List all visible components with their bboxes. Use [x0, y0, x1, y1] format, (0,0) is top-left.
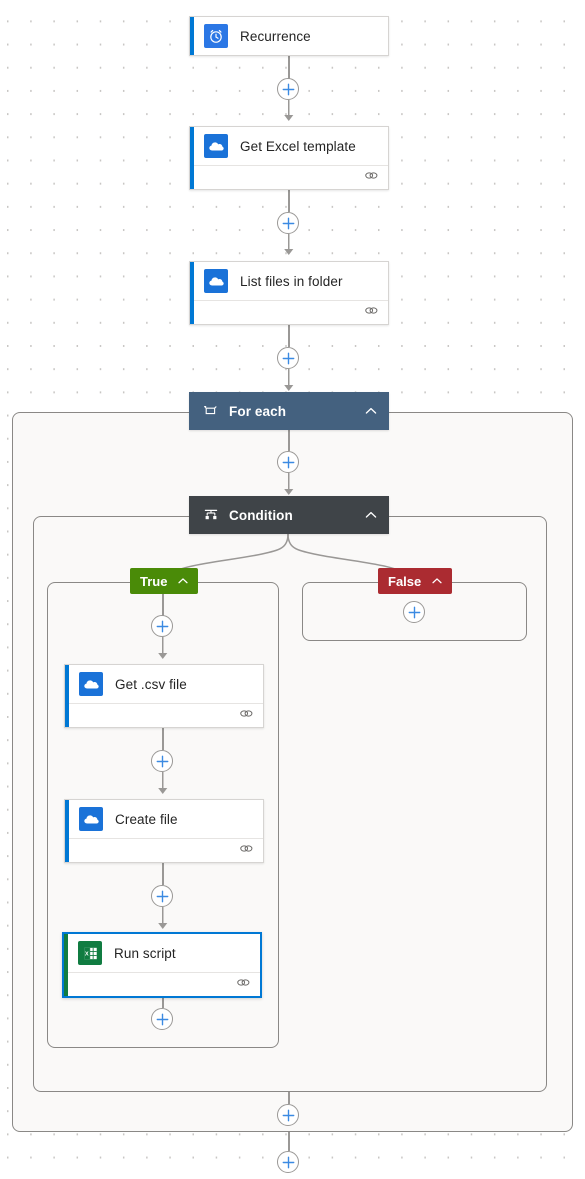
node-accent-bar [190, 127, 194, 189]
connector-arrow [158, 907, 168, 929]
node-header: X Run script [64, 934, 260, 972]
node-title: Create file [115, 811, 178, 827]
connector-line [162, 728, 164, 750]
node-title: Get Excel template [240, 138, 356, 154]
excel-icon: X [78, 941, 102, 965]
connector-line [288, 1132, 290, 1151]
connector-arrow [284, 234, 294, 255]
chevron-up-icon[interactable] [430, 574, 444, 588]
plus-icon [282, 1109, 294, 1121]
node-run-script[interactable]: X Run script [62, 932, 262, 998]
node-accent-bar [65, 665, 69, 727]
svg-text:X: X [84, 951, 88, 957]
node-title: Get .csv file [115, 676, 187, 692]
plus-icon [156, 890, 168, 902]
connector-line [162, 594, 164, 616]
branch-label-text: False [388, 573, 422, 589]
connector-line [288, 56, 290, 80]
insert-step-button-bottom-of-true-branch[interactable] [151, 1008, 173, 1030]
connector-line [288, 1092, 290, 1104]
node-title: Recurrence [240, 28, 311, 44]
loop-icon [203, 403, 219, 419]
onedrive-icon [79, 672, 103, 696]
chevron-up-icon[interactable] [363, 403, 379, 419]
plus-icon [282, 1156, 294, 1168]
node-footer [190, 300, 388, 325]
chevron-up-icon[interactable] [363, 507, 379, 523]
node-get-csv-file[interactable]: Get .csv file [64, 664, 264, 728]
node-title: For each [229, 403, 287, 419]
node-footer [64, 972, 260, 997]
plus-icon [282, 352, 294, 364]
link-icon[interactable] [236, 976, 251, 994]
plus-icon [282, 83, 294, 95]
node-footer [65, 703, 263, 728]
insert-step-button-end-of-flow[interactable] [277, 1151, 299, 1173]
connector-arrow [158, 772, 168, 794]
connector-arrow [284, 473, 294, 495]
condition-icon [203, 507, 219, 523]
insert-step-button-after-recurrence[interactable] [277, 78, 299, 100]
node-get-excel-template[interactable]: Get Excel template [189, 126, 389, 190]
connector-line [288, 325, 290, 347]
flow-designer-stage[interactable]: Recurrence Get Excel template List files… [0, 0, 585, 1179]
insert-step-button-after-get-excel-template[interactable] [277, 212, 299, 234]
node-header: Create file [65, 800, 263, 838]
insert-step-button-after-for-each-header[interactable] [277, 451, 299, 473]
connector-arrow [158, 637, 168, 659]
branch-label-false[interactable]: False [378, 568, 453, 594]
connector-line [288, 190, 290, 212]
node-for-each-header[interactable]: For each [189, 392, 389, 430]
plus-icon [156, 620, 168, 632]
node-title: List files in folder [240, 273, 343, 289]
onedrive-icon [204, 269, 228, 293]
node-condition-header[interactable]: Condition [189, 496, 389, 534]
onedrive-icon [79, 807, 103, 831]
insert-step-button-between-create-file-and-run-script[interactable] [151, 885, 173, 907]
node-accent-bar [64, 934, 68, 996]
insert-step-button-between-get-csv-and-create-file[interactable] [151, 750, 173, 772]
link-icon[interactable] [239, 842, 254, 860]
link-icon[interactable] [364, 304, 379, 322]
insert-step-button-bottom-of-for-each[interactable] [277, 1104, 299, 1126]
branch-label-true[interactable]: True [130, 568, 199, 594]
plus-icon [282, 217, 294, 229]
link-icon[interactable] [364, 169, 379, 187]
connector-arrow [284, 369, 294, 391]
node-header: Recurrence [190, 17, 388, 55]
node-recurrence[interactable]: Recurrence [189, 16, 389, 56]
node-footer [65, 838, 263, 863]
node-accent-bar [190, 262, 194, 324]
insert-step-button-inside-false-branch[interactable] [403, 601, 425, 623]
node-list-files-in-folder[interactable]: List files in folder [189, 261, 389, 325]
clock-icon [204, 24, 228, 48]
node-accent-bar [190, 17, 194, 55]
plus-icon [156, 755, 168, 767]
node-header: Get Excel template [190, 127, 388, 165]
insert-step-button-after-list-files-in-folder[interactable] [277, 347, 299, 369]
node-header: List files in folder [190, 262, 388, 300]
plus-icon [282, 456, 294, 468]
node-header: Get .csv file [65, 665, 263, 703]
insert-step-button-top-of-true-branch[interactable] [151, 615, 173, 637]
chevron-up-icon[interactable] [176, 574, 190, 588]
node-title: Run script [114, 945, 176, 961]
connector-line [162, 863, 164, 885]
node-create-file[interactable]: Create file [64, 799, 264, 863]
link-icon[interactable] [239, 707, 254, 725]
node-title: Condition [229, 507, 293, 523]
plus-icon [408, 606, 420, 618]
connector-arrow [284, 100, 294, 121]
connector-line [288, 430, 290, 451]
onedrive-icon [204, 134, 228, 158]
plus-icon [156, 1013, 168, 1025]
node-accent-bar [65, 800, 69, 862]
branch-label-text: True [140, 573, 168, 589]
node-footer [190, 165, 388, 190]
